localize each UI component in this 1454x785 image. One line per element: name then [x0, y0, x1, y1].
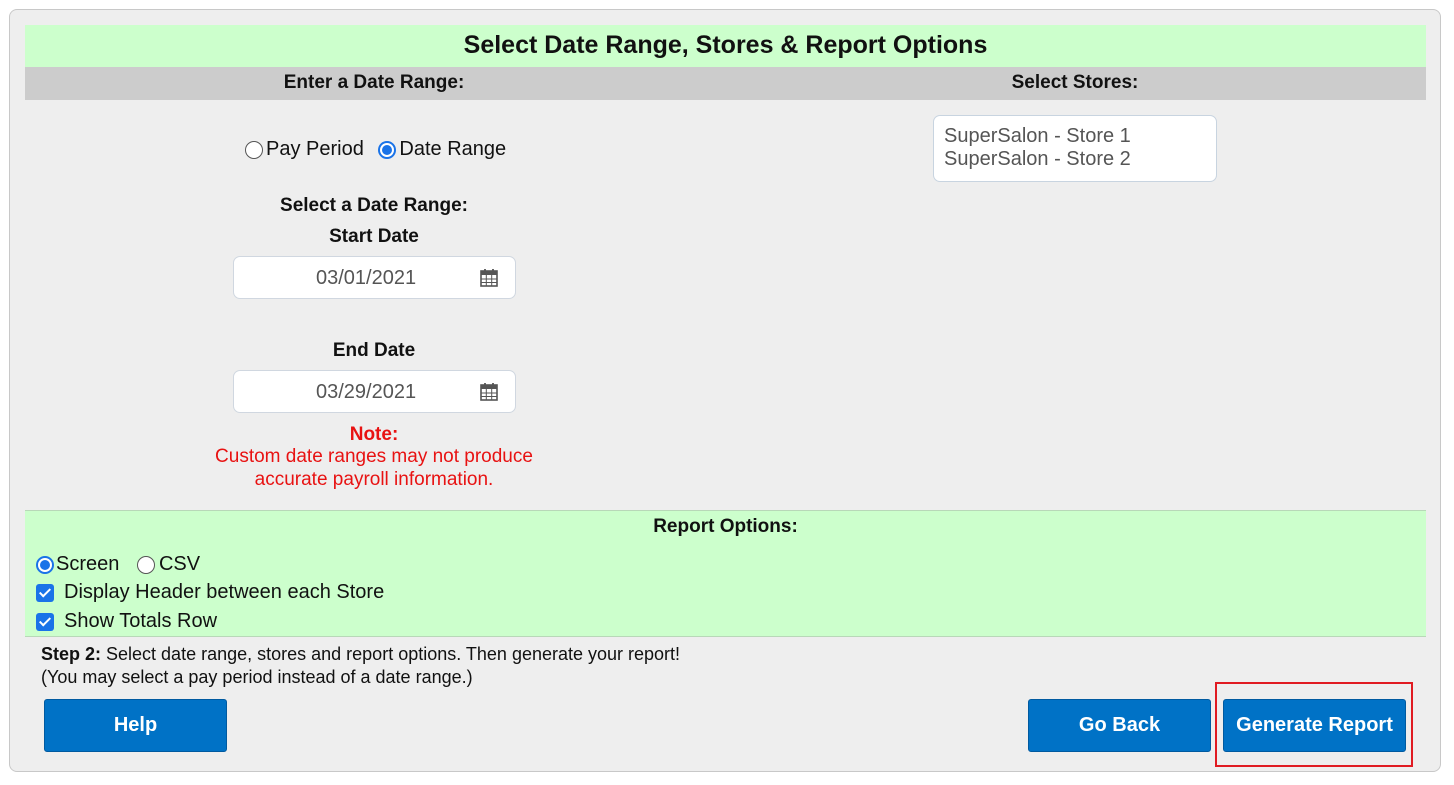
- note-text: Custom date ranges may not produce accur…: [174, 445, 574, 491]
- note-line: Custom date ranges may not produce: [215, 446, 533, 467]
- display-header-checkbox[interactable]: [36, 583, 54, 602]
- date-range-radio[interactable]: [378, 140, 397, 159]
- step-subtext: (You may select a pay period instead of …: [41, 667, 473, 687]
- date-range-header: Enter a Date Range:: [283, 72, 465, 93]
- end-date-value: 03/29/2021: [316, 381, 417, 403]
- note-line: accurate payroll information.: [254, 469, 494, 490]
- output-format-selector: Screen CSV: [36, 553, 200, 576]
- end-date-input[interactable]: 03/29/2021: [233, 370, 516, 413]
- csv-label[interactable]: CSV: [159, 553, 200, 575]
- go-back-button[interactable]: Go Back: [1028, 699, 1211, 752]
- start-date-value: 03/01/2021: [316, 267, 417, 289]
- csv-radio[interactable]: [136, 555, 155, 574]
- step-text: Select date range, stores and report opt…: [101, 644, 681, 664]
- screen-radio[interactable]: [36, 555, 54, 574]
- help-button[interactable]: Help: [44, 699, 227, 752]
- start-date-label: Start Date: [329, 226, 419, 247]
- show-totals-option: Show Totals Row: [36, 610, 217, 633]
- end-date-label: End Date: [332, 340, 416, 361]
- calendar-icon[interactable]: [480, 382, 498, 401]
- screen-label[interactable]: Screen: [56, 553, 119, 575]
- select-date-range-label: Select a Date Range:: [280, 195, 468, 216]
- section-header-bar: Enter a Date Range: Select Stores:: [25, 67, 1426, 100]
- step-label: Step 2:: [41, 644, 102, 664]
- stores-listbox[interactable]: SuperSalon - Store 1 SuperSalon - Store …: [933, 115, 1217, 182]
- display-header-label[interactable]: Display Header between each Store: [64, 581, 384, 603]
- page-title: Select Date Range, Stores & Report Optio…: [25, 25, 1426, 67]
- calendar-icon[interactable]: [480, 268, 498, 287]
- date-range-label[interactable]: Date Range: [399, 138, 506, 160]
- report-options-section: Report Options: Screen CSV Display Heade…: [25, 510, 1426, 637]
- date-mode-selector: Pay Period Date Range: [245, 138, 515, 161]
- pay-period-radio[interactable]: [245, 140, 263, 159]
- highlight-box: [1215, 682, 1413, 767]
- store-option[interactable]: SuperSalon - Store 2: [944, 148, 1206, 171]
- report-options-header: Report Options:: [653, 516, 798, 537]
- store-option[interactable]: SuperSalon - Store 1: [944, 125, 1206, 148]
- pay-period-label[interactable]: Pay Period: [266, 138, 364, 160]
- show-totals-checkbox[interactable]: [36, 612, 54, 631]
- note-title: Note:: [349, 424, 399, 445]
- start-date-input[interactable]: 03/01/2021: [233, 256, 516, 299]
- show-totals-label[interactable]: Show Totals Row: [64, 610, 217, 632]
- stores-header: Select Stores:: [1011, 72, 1139, 93]
- display-header-option: Display Header between each Store: [36, 581, 384, 604]
- step-instructions: Step 2: Select date range, stores and re…: [41, 643, 680, 689]
